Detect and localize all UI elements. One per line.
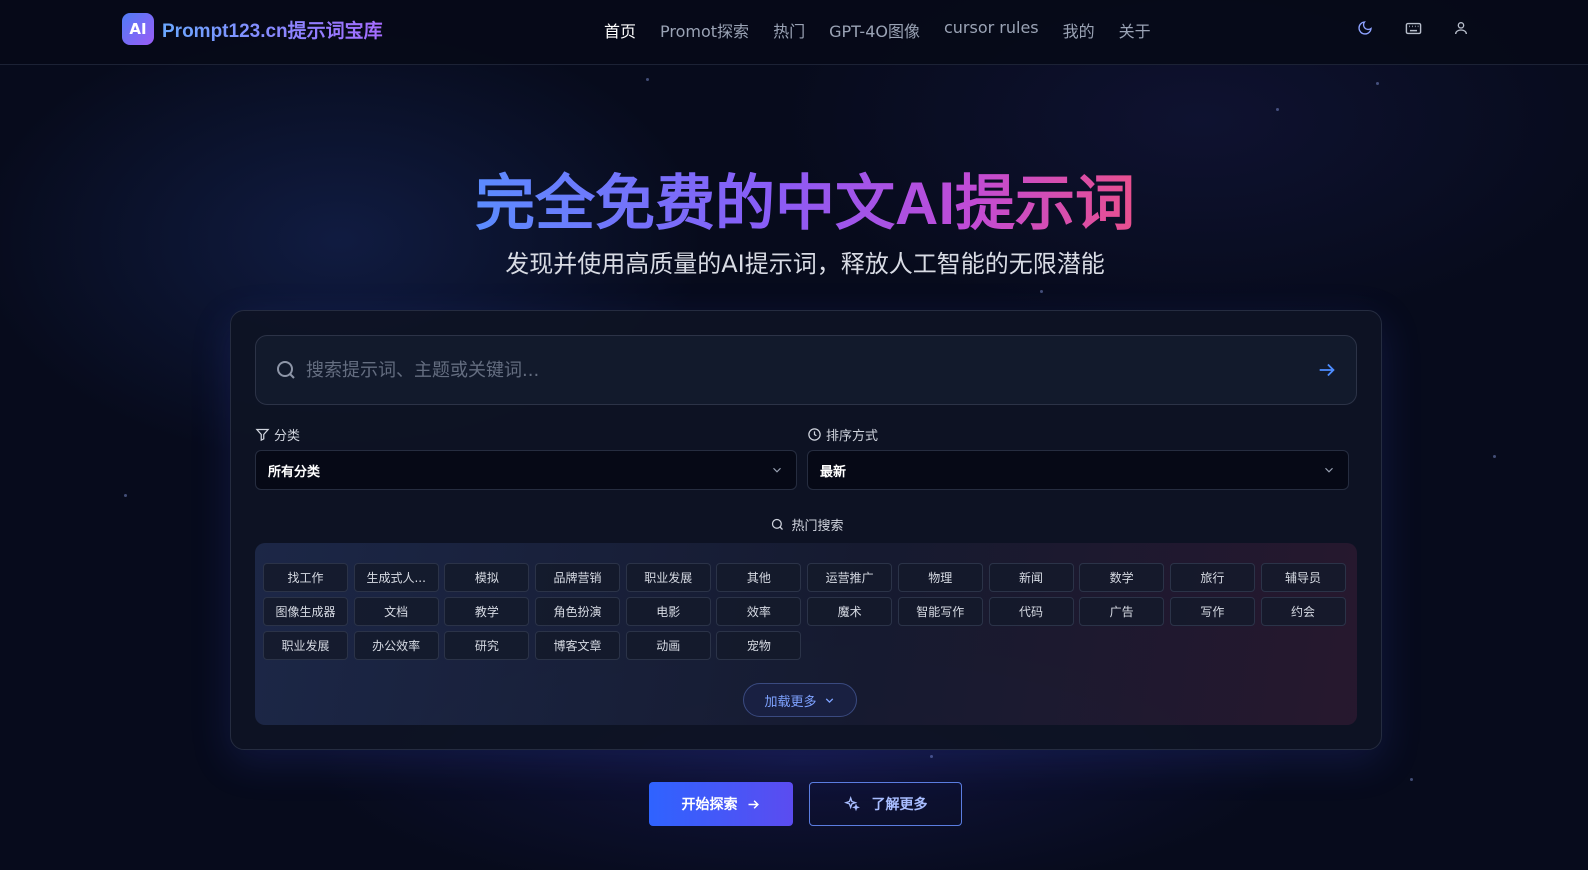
hot-tag[interactable]: 文档 <box>353 597 439 626</box>
nav-cursor-rules[interactable]: cursor rules <box>944 18 1039 42</box>
search-input[interactable] <box>306 359 1316 381</box>
sort-label-text: 排序方式 <box>826 429 879 444</box>
nav-hot[interactable]: 热门 <box>773 18 805 42</box>
arrow-right-icon[interactable] <box>1316 359 1338 381</box>
arrow-right-icon <box>748 799 759 809</box>
category-select[interactable]: 所有分类 <box>255 450 797 490</box>
hot-tag[interactable]: 模拟 <box>444 563 530 592</box>
hot-tag[interactable]: 品牌营销 <box>535 563 621 592</box>
category-select-value: 所有分类 <box>268 464 321 480</box>
user-icon[interactable] <box>1452 19 1470 37</box>
search-icon <box>277 361 295 379</box>
nav-explore[interactable]: Promot探索 <box>660 18 749 42</box>
sparkles-icon <box>843 796 860 812</box>
hot-tag[interactable]: 效率 <box>716 597 802 626</box>
keyboard-icon[interactable] <box>1404 19 1422 37</box>
hot-search-label: 热门搜索 <box>791 519 844 534</box>
category-label: 分类 <box>255 425 300 444</box>
chevron-down-icon <box>773 467 781 473</box>
hot-tag[interactable]: 研究 <box>444 631 530 660</box>
hot-tag[interactable]: 动画 <box>625 631 711 660</box>
sort-select[interactable]: 最新 <box>807 450 1349 490</box>
nav-mine[interactable]: 我的 <box>1063 18 1095 42</box>
chevron-down-icon <box>1325 467 1333 473</box>
main-nav: 首页 Promot探索 热门 GPT-4O图像 cursor rules 我的 … <box>604 18 1151 42</box>
hot-tag[interactable]: 角色扮演 <box>535 597 621 626</box>
hot-tag[interactable]: 广告 <box>1079 597 1165 626</box>
hot-tag[interactable]: 魔术 <box>807 597 893 626</box>
hot-tag[interactable]: 教学 <box>444 597 530 626</box>
hot-tag[interactable]: 智能写作 <box>897 597 983 626</box>
hot-tags-grid: 找工作 生成式人... 模拟 品牌营销 职业发展 其他 运营推广 物理 新闻 数学 旅行 辅导员 图像生… <box>263 563 1349 660</box>
site-logo[interactable]: AI Prompt123.cn提示词宝库 <box>122 13 383 45</box>
header-actions <box>1356 19 1470 37</box>
hot-tag[interactable]: 电影 <box>625 597 711 626</box>
hot-tag[interactable]: 物理 <box>897 563 983 592</box>
hot-tag[interactable]: 其他 <box>716 563 802 592</box>
sort-select-value: 最新 <box>820 464 847 480</box>
hot-tag[interactable]: 新闻 <box>988 563 1074 592</box>
category-label-text: 分类 <box>274 429 301 444</box>
filter-icon <box>255 428 270 442</box>
logo-text: Prompt123.cn提示词宝库 <box>162 16 383 43</box>
search-box <box>255 335 1357 405</box>
hot-tag[interactable]: 博客文章 <box>535 631 621 660</box>
logo-badge: AI <box>122 13 154 45</box>
start-explore-button[interactable]: 开始探索 <box>649 782 793 826</box>
hot-tag[interactable]: 办公效率 <box>353 631 439 660</box>
load-more-button[interactable]: 加载更多 <box>743 683 857 717</box>
search-panel: 分类 所有分类 排序方式 最新 热门搜索 找工作生成式人...模拟品牌营销职业发… <box>230 310 1382 750</box>
clock-icon <box>808 428 821 441</box>
hot-search-heading: 热门搜索 <box>231 515 1383 534</box>
nav-home[interactable]: 首页 <box>604 18 636 42</box>
hot-tag[interactable]: 代码 <box>988 597 1074 626</box>
hot-tag[interactable]: 宠物 <box>716 631 802 660</box>
nav-gpt4o-image[interactable]: GPT-4O图像 <box>829 18 920 42</box>
hot-tag[interactable]: 职业发展 <box>263 631 348 660</box>
top-navbar: AI Prompt123.cn提示词宝库 首页 Promot探索 热门 GPT-… <box>0 0 1588 65</box>
learn-more-label: 了解更多 <box>871 797 928 813</box>
hot-tag[interactable]: 辅导员 <box>1260 563 1346 592</box>
load-more-label: 加载更多 <box>764 694 817 710</box>
learn-more-button[interactable]: 了解更多 <box>809 782 962 826</box>
sort-label: 排序方式 <box>807 425 878 444</box>
hot-tag[interactable]: 数学 <box>1079 563 1165 592</box>
hero-title: 完全免费的中文AI提示词 <box>475 170 1135 237</box>
start-explore-label: 开始探索 <box>681 797 738 813</box>
nav-about[interactable]: 关于 <box>1119 18 1151 42</box>
moon-icon[interactable] <box>1356 19 1374 37</box>
search-icon <box>772 518 784 530</box>
hot-tag[interactable]: 生成式人... <box>353 563 439 592</box>
hot-tag[interactable]: 找工作 <box>263 563 348 592</box>
chevron-down-icon <box>825 697 833 703</box>
hot-tag[interactable]: 运营推广 <box>807 563 893 592</box>
hot-tag[interactable]: 写作 <box>1169 597 1255 626</box>
hero-subtitle: 发现并使用高质量的AI提示词，释放人工智能的无限潜能 <box>505 250 1105 278</box>
hot-tag[interactable]: 图像生成器 <box>263 597 348 626</box>
hot-tag[interactable]: 旅行 <box>1169 563 1255 592</box>
hot-tag[interactable]: 约会 <box>1260 597 1346 626</box>
hot-tags-area: 找工作 生成式人... 模拟 品牌营销 职业发展 其他 运营推广 物理 新闻 数学 旅行 辅导员 图像生… <box>255 543 1357 725</box>
hot-tag[interactable]: 职业发展 <box>625 563 711 592</box>
